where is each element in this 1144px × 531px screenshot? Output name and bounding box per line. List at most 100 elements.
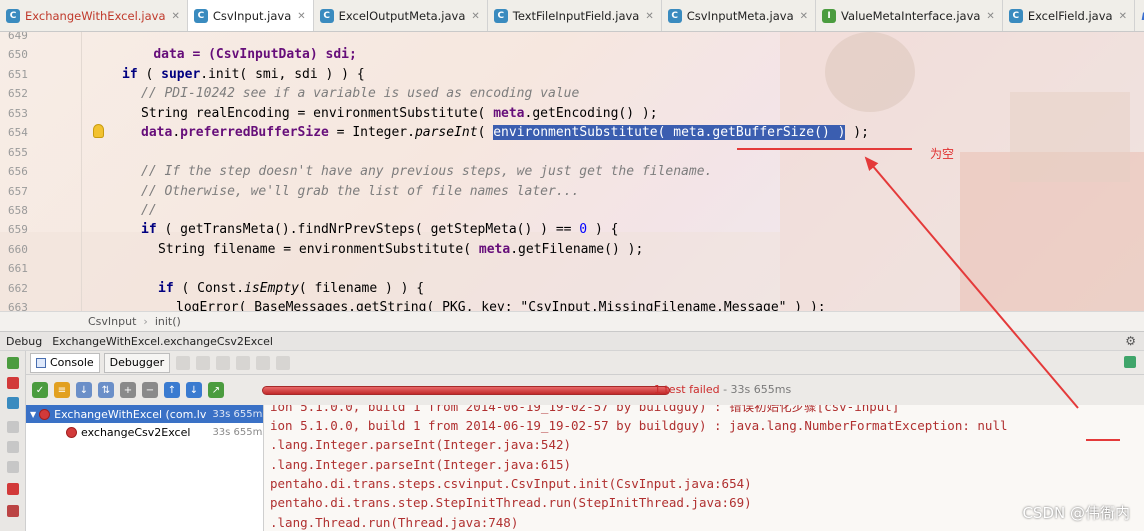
previous-failed-icon[interactable]: ↑	[164, 382, 180, 398]
close-icon[interactable]: ✕	[471, 11, 479, 22]
tab-console[interactable]: Console	[30, 352, 100, 373]
tab-debugger[interactable]: Debugger	[103, 352, 171, 373]
export-icon[interactable]: ↗	[208, 382, 224, 398]
code-token: ) {	[587, 222, 619, 237]
class-icon: C	[493, 9, 508, 23]
stop-icon[interactable]	[7, 377, 19, 389]
gear-icon[interactable]: ⚙	[1125, 334, 1136, 348]
line-number-gutter: 649 650 651 652 653 654 655 656 657 658 …	[0, 32, 82, 311]
code-line: data = (CsvInputData) sdi;	[122, 32, 357, 62]
editor-tab-bar: C ExchangeWithExcel.java ✕ C CsvInput.ja…	[0, 0, 1144, 32]
code-token: .getFilename() );	[510, 242, 644, 257]
line-number: 651	[8, 68, 28, 81]
view-breakpoints-icon[interactable]	[7, 483, 19, 495]
code-comment: // If the step doesn't have any previous…	[141, 164, 713, 179]
chevron-right-icon: ›	[143, 315, 148, 328]
test-status: 1 test failed - 33s 655ms	[654, 383, 791, 396]
collapse-all-icon[interactable]: −	[142, 382, 158, 398]
code-line: if ( getTransMeta().findNrPrevSteps( get…	[141, 220, 618, 239]
toolbar-icon[interactable]	[236, 355, 251, 370]
tree-row-test-method[interactable]: exchangeCsv2Excel 33s 655ms	[26, 423, 263, 441]
tree-row-test-class[interactable]: ▼ ExchangeWithExcel (com.lv 33s 655ms	[26, 405, 264, 423]
tree-duration: 33s 655ms	[212, 408, 264, 420]
next-failed-icon[interactable]: ↓	[186, 382, 202, 398]
rerun-icon[interactable]	[7, 357, 19, 369]
code-line: logError( BaseMessages.getString( PKG, k…	[176, 300, 826, 311]
code-editor[interactable]: 649 650 651 652 653 654 655 656 657 658 …	[0, 32, 1144, 311]
tab-excelfield[interactable]: C ExcelField.java ✕	[1003, 0, 1135, 31]
annotation-label: 为空	[930, 147, 955, 161]
toolbar-icon[interactable]	[276, 355, 291, 370]
line-number: 661	[8, 262, 28, 275]
console-output[interactable]: ion 5.1.0.0, build 1 from 2014-06-19_19-…	[264, 405, 1144, 531]
code-line: data.preferredBufferSize = Integer.parse…	[141, 123, 869, 142]
line-number: 663	[8, 301, 28, 311]
intention-bulb-icon[interactable]	[93, 124, 104, 138]
code-token: .getEncoding() );	[524, 106, 658, 121]
code-token: );	[845, 125, 869, 140]
class-icon: C	[6, 9, 20, 23]
toolbar-icon[interactable]	[216, 355, 231, 370]
code-token: super	[161, 67, 201, 82]
test-status-text: 1 test failed	[654, 383, 720, 396]
annotation-underline	[737, 148, 912, 150]
tab-valuemetainterface[interactable]: I ValueMetaInterface.java ✕	[816, 0, 1003, 31]
tab-kettle[interactable]: m kettle ✕	[1135, 0, 1144, 31]
code-token: .init( smi, sdi ) ) {	[200, 67, 365, 82]
console-line: ion 5.1.0.0, build 1 from 2014-06-19_19-…	[270, 418, 1008, 433]
breadcrumb: CsvInput › init()	[0, 311, 1144, 331]
close-icon[interactable]: ✕	[1119, 11, 1127, 22]
tab-csvinput[interactable]: C CsvInput.java ✕	[187, 0, 314, 31]
expand-arrow-icon[interactable]: ▼	[30, 410, 36, 419]
code-line: if ( Const.isEmpty( filename ) ) {	[158, 279, 424, 298]
resume-icon[interactable]	[7, 397, 19, 409]
close-icon[interactable]: ✕	[297, 11, 305, 22]
tab-label: CsvInputMeta.java	[686, 9, 794, 23]
class-icon: C	[1008, 9, 1023, 23]
tab-label: CsvInput.java	[212, 9, 292, 23]
console-line: ion 5.1.0.0, build 1 from 2014-06-19_19-…	[270, 405, 900, 414]
show-ignored-icon[interactable]: ≡	[54, 382, 70, 398]
toolbar-icon[interactable]	[256, 355, 271, 370]
expand-all-icon[interactable]: +	[120, 382, 136, 398]
code-token: ( getTransMeta().findNrPrevSteps( getSte…	[156, 222, 580, 237]
code-token: if	[141, 222, 157, 237]
toolbar-icon[interactable]	[176, 355, 191, 370]
code-token: isEmpty	[244, 281, 299, 296]
test-runner-toolbar: ✓ ≡ ↓ ⇅ + − ↑ ↓ ↗ 1 test failed - 33s 65…	[26, 375, 1144, 405]
debug-window-label: Debug	[6, 334, 43, 348]
code-token: .	[172, 125, 181, 140]
sort-alpha-icon[interactable]: ↓	[76, 382, 92, 398]
breadcrumb-item[interactable]: CsvInput	[88, 315, 136, 328]
code-token: meta	[478, 242, 511, 257]
class-icon: C	[319, 9, 334, 23]
code-token: data = (CsvInputData) sdi;	[153, 47, 357, 63]
code-token: if	[158, 281, 174, 296]
toolbar-icon[interactable]	[196, 355, 211, 370]
close-icon[interactable]: ✕	[986, 11, 994, 22]
close-icon[interactable]: ✕	[645, 11, 653, 22]
tab-csvinputmeta[interactable]: C CsvInputMeta.java ✕	[662, 0, 817, 31]
line-number: 655	[8, 146, 28, 159]
tab-textfileinputfield[interactable]: C TextFileInputField.java ✕	[488, 0, 662, 31]
breadcrumb-item[interactable]: init()	[155, 315, 181, 328]
layout-icon[interactable]	[1124, 356, 1136, 368]
selected-code[interactable]: environmentSubstitute( meta.getBufferSiz…	[493, 125, 846, 140]
sort-duration-icon[interactable]: ⇅	[98, 382, 114, 398]
tab-exchangewithexcel[interactable]: C ExchangeWithExcel.java ✕	[0, 0, 188, 31]
close-icon[interactable]: ✕	[800, 11, 808, 22]
test-duration: - 33s 655ms	[719, 383, 792, 396]
step-icon[interactable]	[7, 441, 19, 453]
pause-icon[interactable]	[7, 421, 19, 433]
line-number: 650	[8, 48, 28, 61]
tree-label: ExchangeWithExcel (com.lv	[54, 407, 207, 421]
run-configuration-name[interactable]: ExchangeWithExcel.exchangeCsv2Excel	[52, 335, 273, 348]
code-comment: //	[141, 203, 157, 218]
line-number: 653	[8, 107, 28, 120]
mute-breakpoints-icon[interactable]	[7, 505, 19, 517]
step-over-icon[interactable]	[7, 461, 19, 473]
console-line: pentaho.di.trans.steps.csvinput.CsvInput…	[270, 476, 752, 491]
show-passed-icon[interactable]: ✓	[32, 382, 48, 398]
close-icon[interactable]: ✕	[172, 11, 180, 22]
tab-exceloutputmeta[interactable]: C ExcelOutputMeta.java ✕	[314, 0, 488, 31]
